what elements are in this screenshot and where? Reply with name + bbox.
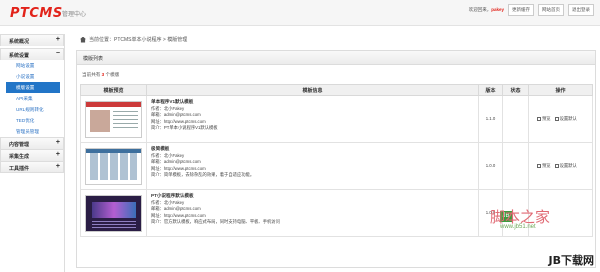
site-home-button[interactable]: 网站首页 (538, 4, 564, 16)
watermark-url: www.jb51.net (500, 224, 536, 230)
expand-icon[interactable]: + (56, 151, 60, 158)
expand-icon[interactable]: + (56, 163, 60, 170)
sidebar-item-admins[interactable]: 管理员管理 (0, 126, 64, 137)
template-name: 单本程序V1默认模板 (151, 99, 194, 104)
collapse-icon[interactable]: − (56, 50, 60, 57)
sidebar-section-content[interactable]: 内容管理 + (0, 137, 64, 149)
sidebar-item-ted[interactable]: TED优化 (0, 115, 64, 126)
sidebar-item-template-settings[interactable]: 模版设置 (6, 82, 60, 93)
template-desc: 简介：PT单本小说程序V1默认模板 (151, 125, 218, 131)
template-preview-image[interactable] (85, 195, 142, 232)
current-user[interactable]: pakey (491, 7, 504, 12)
top-bar: PTCMS 管理中心 欢迎回来，pakey 更新缓存 网站首页 退出登录 (0, 0, 600, 26)
set-default-icon (554, 117, 559, 121)
template-email: 邮箱：admin@ptcms.com (151, 159, 201, 165)
template-name: PT小说程序默认模板 (151, 193, 194, 198)
sidebar-section-overview[interactable]: 系统概况 + (0, 34, 64, 46)
preview-icon (537, 117, 541, 121)
template-preview-image[interactable] (85, 101, 142, 138)
col-status: 状态 (502, 84, 529, 96)
expand-icon[interactable]: + (56, 139, 60, 146)
preview-icon (537, 164, 541, 168)
panel-title: 模版列表 (77, 51, 595, 65)
set-default-button[interactable]: 设置默认 (554, 163, 577, 169)
corner-watermark-text: JB下载网 (548, 254, 594, 267)
sidebar-section-tools[interactable]: 工具插件 + (0, 161, 64, 173)
sidebar-item-novel-settings[interactable]: 小说设置 (0, 71, 64, 82)
breadcrumb: 当前位置：PTCMS单本小说程序 > 模版管理 (80, 36, 187, 43)
col-actions: 操作 (528, 84, 593, 96)
template-status (502, 142, 529, 190)
app-logo: PTCMS (10, 6, 63, 21)
update-cache-button[interactable]: 更新缓存 (508, 4, 534, 16)
table-row: 极简模板 作者：北小Fakey 邮箱：admin@ptcms.com 网址：ht… (80, 142, 593, 190)
set-default-button[interactable]: 设置默认 (554, 116, 577, 122)
sidebar-section-collect[interactable]: 采集生成 + (0, 149, 64, 161)
corner-watermark: JB下载网 (549, 252, 594, 268)
template-version: 1.1.0 (478, 95, 503, 143)
template-status (502, 95, 529, 143)
col-info: 模板信息 (146, 84, 479, 96)
preview-button[interactable]: 预览 (537, 116, 551, 122)
template-name: 极简模板 (151, 146, 170, 151)
sidebar-item-api-collect[interactable]: API采集 (0, 93, 64, 104)
template-preview-image[interactable] (85, 148, 142, 185)
home-icon (80, 36, 86, 43)
col-version: 版本 (478, 84, 503, 96)
set-default-icon (554, 164, 559, 168)
welcome-text: 欢迎回来，pakey (468, 7, 504, 12)
col-preview: 模板预览 (80, 84, 147, 96)
sidebar: 系统概况 + 系统设置 − 网站设置 小说设置 模版设置 API采集 URL规则转化… (0, 34, 65, 272)
sidebar-item-url-rules[interactable]: URL规则转化 (0, 104, 64, 115)
app-logo-subtitle: 管理中心 (62, 12, 87, 18)
template-desc: 简介：官方默认模板，响应式布局，同时支持电脑、平板、手机访问 (151, 219, 280, 225)
template-desc: 简介：简单模板，去除杂乱的效果，着于自适应功能。 (151, 172, 255, 178)
table-row: 单本程序V1默认模板 作者：北小Fakey 邮箱：admin@ptcms.com… (80, 95, 593, 143)
preview-button[interactable]: 预览 (537, 163, 551, 169)
template-email: 邮箱：admin@ptcms.com (151, 206, 201, 212)
template-email: 邮箱：admin@ptcms.com (151, 112, 201, 118)
sidebar-item-site-settings[interactable]: 网站设置 (0, 60, 64, 71)
top-right-area: 欢迎回来，pakey 更新缓存 网站首页 退出登录 (469, 4, 594, 16)
expand-icon[interactable]: + (56, 36, 60, 43)
template-count: 当前共有 3 个模版 (82, 72, 120, 77)
template-version: 1.0.0 (478, 142, 503, 190)
breadcrumb-text: 当前位置：PTCMS单本小说程序 > 模版管理 (89, 37, 188, 43)
sidebar-section-system-settings[interactable]: 系统设置 − (0, 48, 64, 60)
logout-button[interactable]: 退出登录 (568, 4, 594, 16)
